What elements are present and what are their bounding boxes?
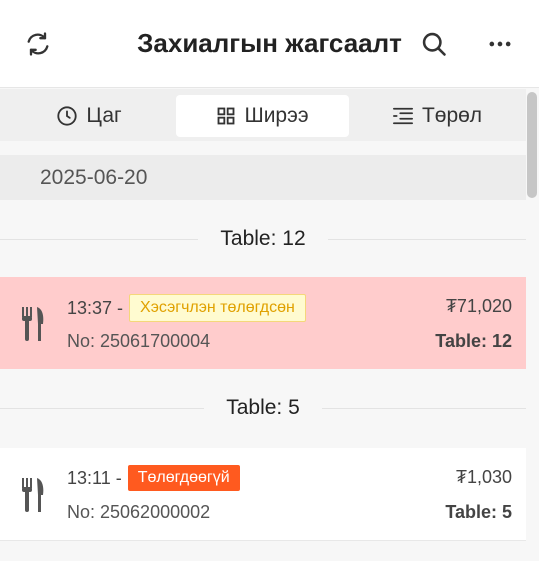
divider bbox=[0, 407, 205, 409]
order-list: Table: 12 13:37 - Хэсэгчлэн төлөгдсөн No… bbox=[0, 200, 527, 561]
tab-label: Төрөл bbox=[421, 104, 483, 127]
fork-knife-icon bbox=[22, 307, 46, 346]
search-icon[interactable] bbox=[418, 28, 450, 60]
fork-knife-icon bbox=[22, 478, 46, 517]
divider bbox=[321, 407, 526, 409]
order-card[interactable]: 13:37 - Хэсэгчлэн төлөгдсөн No: 25061700… bbox=[0, 277, 526, 369]
tab-type[interactable]: Төрөл bbox=[352, 95, 522, 137]
order-card[interactable]: 13:11 - Төлөгдөөгүй No: 25062000002 ₮1,0… bbox=[0, 448, 526, 541]
divider bbox=[0, 238, 199, 240]
time-text: 13:11 - bbox=[67, 467, 122, 488]
group-header: Table: 5 bbox=[0, 393, 526, 423]
order-number: No: 25062000002 bbox=[67, 502, 211, 522]
order-time: 13:37 - Хэсэгчлэн төлөгдсөн bbox=[67, 294, 306, 322]
list-icon bbox=[392, 107, 413, 125]
app-header: Захиалгын жагсаалт bbox=[0, 0, 539, 88]
tab-table[interactable]: Ширээ bbox=[176, 95, 349, 137]
clock-icon bbox=[57, 106, 77, 126]
tab-time[interactable]: Цаг bbox=[4, 95, 174, 137]
more-icon[interactable] bbox=[484, 28, 516, 60]
scrollbar[interactable] bbox=[527, 92, 537, 198]
order-amount: ₮71,020 bbox=[445, 296, 512, 316]
order-table: Table: 12 bbox=[435, 331, 512, 351]
group-label: Table: 12 bbox=[220, 227, 306, 250]
page-title: Захиалгын жагсаалт bbox=[137, 28, 402, 58]
date-label: 2025-06-20 bbox=[40, 166, 148, 189]
group-header: Table: 12 bbox=[0, 224, 527, 254]
order-number: No: 25061700004 bbox=[67, 331, 211, 351]
group-label: Table: 5 bbox=[226, 396, 300, 419]
time-text: 13:37 - bbox=[67, 297, 124, 318]
view-tabs: Цаг Ширээ Төрөл bbox=[0, 89, 526, 141]
divider bbox=[327, 238, 527, 240]
order-time: 13:11 - Төлөгдөөгүй bbox=[67, 465, 240, 491]
date-header: 2025-06-20 bbox=[0, 155, 526, 200]
order-table: Table: 5 bbox=[445, 502, 512, 522]
status-badge: Хэсэгчлэн төлөгдсөн bbox=[129, 294, 306, 322]
grid-icon bbox=[218, 107, 235, 125]
tab-label: Цаг bbox=[86, 104, 122, 127]
order-amount: ₮1,030 bbox=[455, 467, 512, 487]
status-badge: Төлөгдөөгүй bbox=[127, 465, 240, 491]
tab-label: Ширээ bbox=[244, 104, 309, 127]
